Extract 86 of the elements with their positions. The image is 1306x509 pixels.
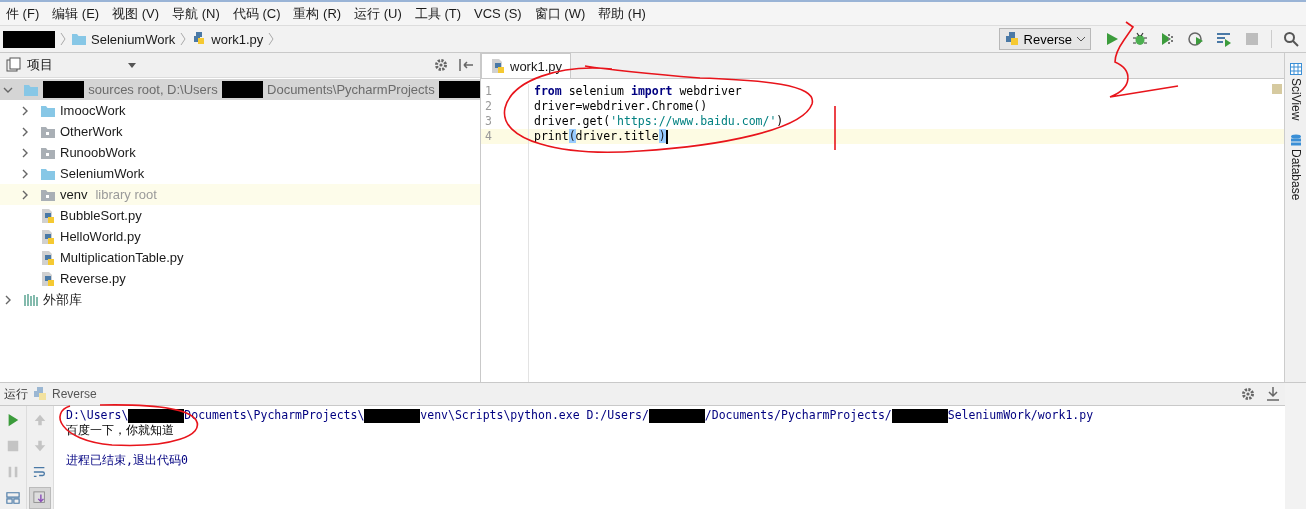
chevron-icon[interactable] — [3, 294, 13, 305]
folder-icon — [71, 31, 87, 47]
tree-item[interactable]: MultiplicationTable.py — [60, 250, 184, 265]
python-file-icon — [40, 228, 56, 245]
root-path-text: sources root, D:\Users — [88, 82, 218, 97]
menu-item[interactable]: 件 (F) — [0, 4, 47, 23]
settings-icon[interactable] — [1241, 386, 1257, 402]
redaction-mark — [438, 81, 480, 98]
menu-item[interactable]: 视图 (V) — [106, 4, 167, 23]
chevron-icon[interactable] — [20, 105, 30, 116]
side-tab[interactable]: Database — [1288, 134, 1303, 201]
menu-item[interactable]: 重构 (R) — [287, 4, 349, 23]
python-file-icon — [40, 270, 56, 287]
menu-item[interactable]: 编辑 (E) — [46, 4, 107, 23]
library-icon — [23, 291, 39, 308]
console-text: 百度一下，你就知道 — [66, 423, 174, 438]
console-text: D:\Users\ — [66, 408, 129, 423]
redaction-mark — [648, 408, 705, 423]
settings-icon[interactable] — [434, 57, 450, 73]
menu-item[interactable]: 工具 (T) — [408, 4, 469, 23]
project-icon — [6, 57, 22, 73]
tree-item[interactable]: SeleniumWork — [60, 166, 145, 181]
caret-icon — [128, 62, 136, 68]
collapse-icon[interactable] — [458, 57, 474, 73]
code-line: driver.get('https://www.baidu.com/') — [534, 114, 784, 129]
console-text: /Documents/PycharmProjects/ — [704, 408, 892, 423]
python-file-icon — [490, 58, 506, 74]
redaction-mark — [364, 408, 421, 423]
chevron-icon[interactable] — [20, 189, 30, 200]
console-text: SeleniumWork/work1.py — [947, 408, 1094, 423]
chevron-icon[interactable] — [20, 147, 30, 158]
redaction-mark — [3, 30, 55, 48]
annotation-stroke — [834, 105, 836, 151]
tree-item[interactable]: ImoocWork — [60, 103, 126, 118]
menu-item[interactable]: 帮助 (H) — [592, 4, 653, 23]
tree-item[interactable]: RunoobWork — [60, 145, 136, 160]
code-line: driver=webdriver.Chrome() — [534, 99, 708, 114]
menu-item[interactable]: 导航 (N) — [166, 4, 227, 23]
table-icon — [1289, 63, 1302, 75]
python-file-icon — [40, 207, 56, 224]
separator-chevron-icon — [180, 32, 187, 46]
line-number: 3 — [484, 114, 493, 129]
project-view-selector[interactable]: 项目 — [6, 56, 136, 74]
python-file-icon — [40, 249, 56, 266]
redaction-mark — [128, 408, 185, 423]
side-tab[interactable]: SciView — [1288, 63, 1303, 121]
text-cursor — [665, 130, 668, 144]
root-path-text: Documents\PycharmProjects — [267, 82, 435, 97]
menu-item[interactable]: 窗口 (W) — [528, 4, 593, 23]
panel-title: 运行 — [4, 385, 28, 403]
menu-item[interactable]: 运行 (U) — [348, 4, 409, 23]
menu-item[interactable]: 代码 (C) — [226, 4, 288, 23]
tree-item[interactable]: BubbleSort.py — [60, 208, 142, 223]
breadcrumb-item[interactable]: work1.py — [191, 31, 264, 47]
python-icon — [1003, 31, 1020, 47]
separator-chevron-icon — [60, 32, 66, 46]
chevron-icon[interactable] — [20, 126, 30, 137]
line-number: 1 — [484, 84, 493, 99]
run-config-dropdown[interactable]: Reverse — [998, 28, 1091, 50]
code-line: print(driver.title) — [534, 129, 666, 144]
redaction-mark — [221, 81, 263, 98]
tree-item[interactable]: Reverse.py — [60, 271, 126, 286]
tree-item[interactable]: OtherWork — [60, 124, 123, 139]
tree-item[interactable]: HelloWorld.py — [60, 229, 141, 244]
console-text: 进程已结束,退出代码0 — [66, 453, 188, 468]
breadcrumb-item[interactable]: SeleniumWork — [71, 31, 176, 47]
python-icon — [32, 386, 48, 402]
database-icon — [1289, 134, 1302, 147]
tree-item[interactable]: venv — [60, 187, 88, 202]
editor-tab[interactable]: work1.py — [481, 53, 572, 78]
caret-icon — [1076, 36, 1086, 42]
separator-chevron-icon — [268, 32, 275, 46]
chevron-icon[interactable] — [20, 168, 30, 179]
line-number: 2 — [484, 99, 493, 114]
run-tab[interactable]: Reverse — [32, 386, 97, 402]
line-number: 4 — [481, 129, 528, 144]
code-line: from selenium import webdriver — [534, 84, 742, 99]
menu-item[interactable]: VCS (S) — [468, 6, 529, 21]
tree-item[interactable]: 外部库 — [43, 290, 82, 309]
library-root-note: library root — [95, 187, 157, 202]
redaction-mark — [43, 81, 85, 98]
analysis-marker — [1272, 84, 1282, 94]
console-text: venv\Scripts\python.exe D:/Users/ — [420, 408, 649, 423]
redaction-mark — [891, 408, 948, 423]
scroll-to-end-icon[interactable] — [29, 487, 51, 509]
hide-icon[interactable] — [1265, 386, 1281, 402]
